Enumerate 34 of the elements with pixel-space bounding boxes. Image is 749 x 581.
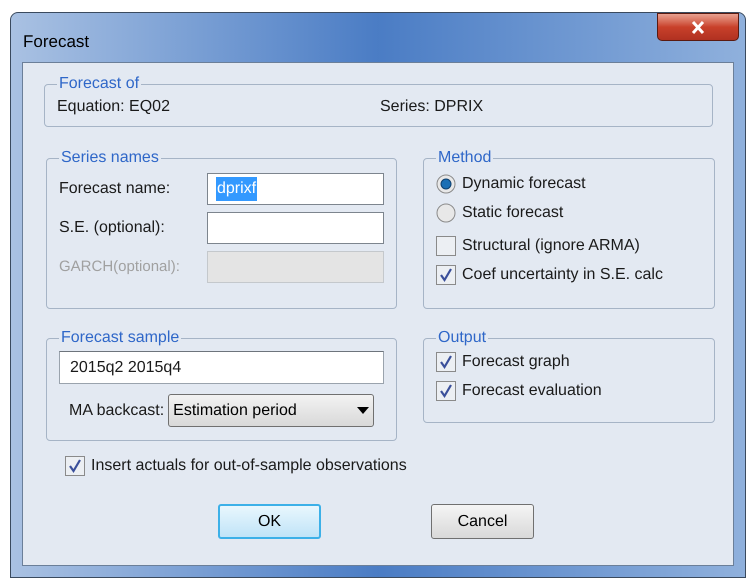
cancel-button[interactable]: Cancel xyxy=(431,504,534,539)
series-label: Series: DPRIX xyxy=(380,97,484,117)
checkbox[interactable] xyxy=(436,236,456,256)
input-field[interactable] xyxy=(207,212,384,244)
checkbox[interactable] xyxy=(65,456,85,476)
equation-label: Equation: EQ02 xyxy=(57,97,171,117)
checkbox[interactable] xyxy=(436,352,456,372)
option-label: Dynamic forecast xyxy=(462,174,586,194)
window-title: Forecast xyxy=(23,31,90,53)
input-field[interactable]: 2015q2 2015q4 xyxy=(59,351,384,384)
close-icon xyxy=(691,20,705,34)
field-label: MA backcast: xyxy=(69,400,164,420)
option-label: Forecast evaluation xyxy=(462,380,602,400)
group-title: Forecast sample xyxy=(60,329,180,347)
option-label: Insert actuals for out-of-sample observations xyxy=(91,456,407,476)
field-label: Forecast name: xyxy=(59,179,170,199)
field-label: S.E. (optional): xyxy=(59,218,165,238)
close-button[interactable] xyxy=(657,13,739,41)
option-label: Structural (ignore ARMA) xyxy=(462,236,640,256)
group-title: Series names xyxy=(60,149,160,167)
radio-button[interactable] xyxy=(436,174,456,194)
field-label: GARCH(optional): xyxy=(59,256,180,277)
group-title: Output xyxy=(437,329,488,347)
checkbox[interactable] xyxy=(436,264,456,284)
group-title: Forecast of xyxy=(58,75,140,93)
checkbox[interactable] xyxy=(436,380,456,400)
option-label: Coef uncertainty in S.E. calc xyxy=(462,264,663,284)
caret-icon xyxy=(357,407,370,414)
dropdown[interactable]: Estimation period xyxy=(168,394,374,427)
option-label: Forecast graph xyxy=(462,352,570,372)
group-title: Method xyxy=(437,149,492,167)
radio-button[interactable] xyxy=(436,202,456,222)
ok-button[interactable]: OK xyxy=(218,504,321,539)
option-label: Static forecast xyxy=(462,202,564,222)
